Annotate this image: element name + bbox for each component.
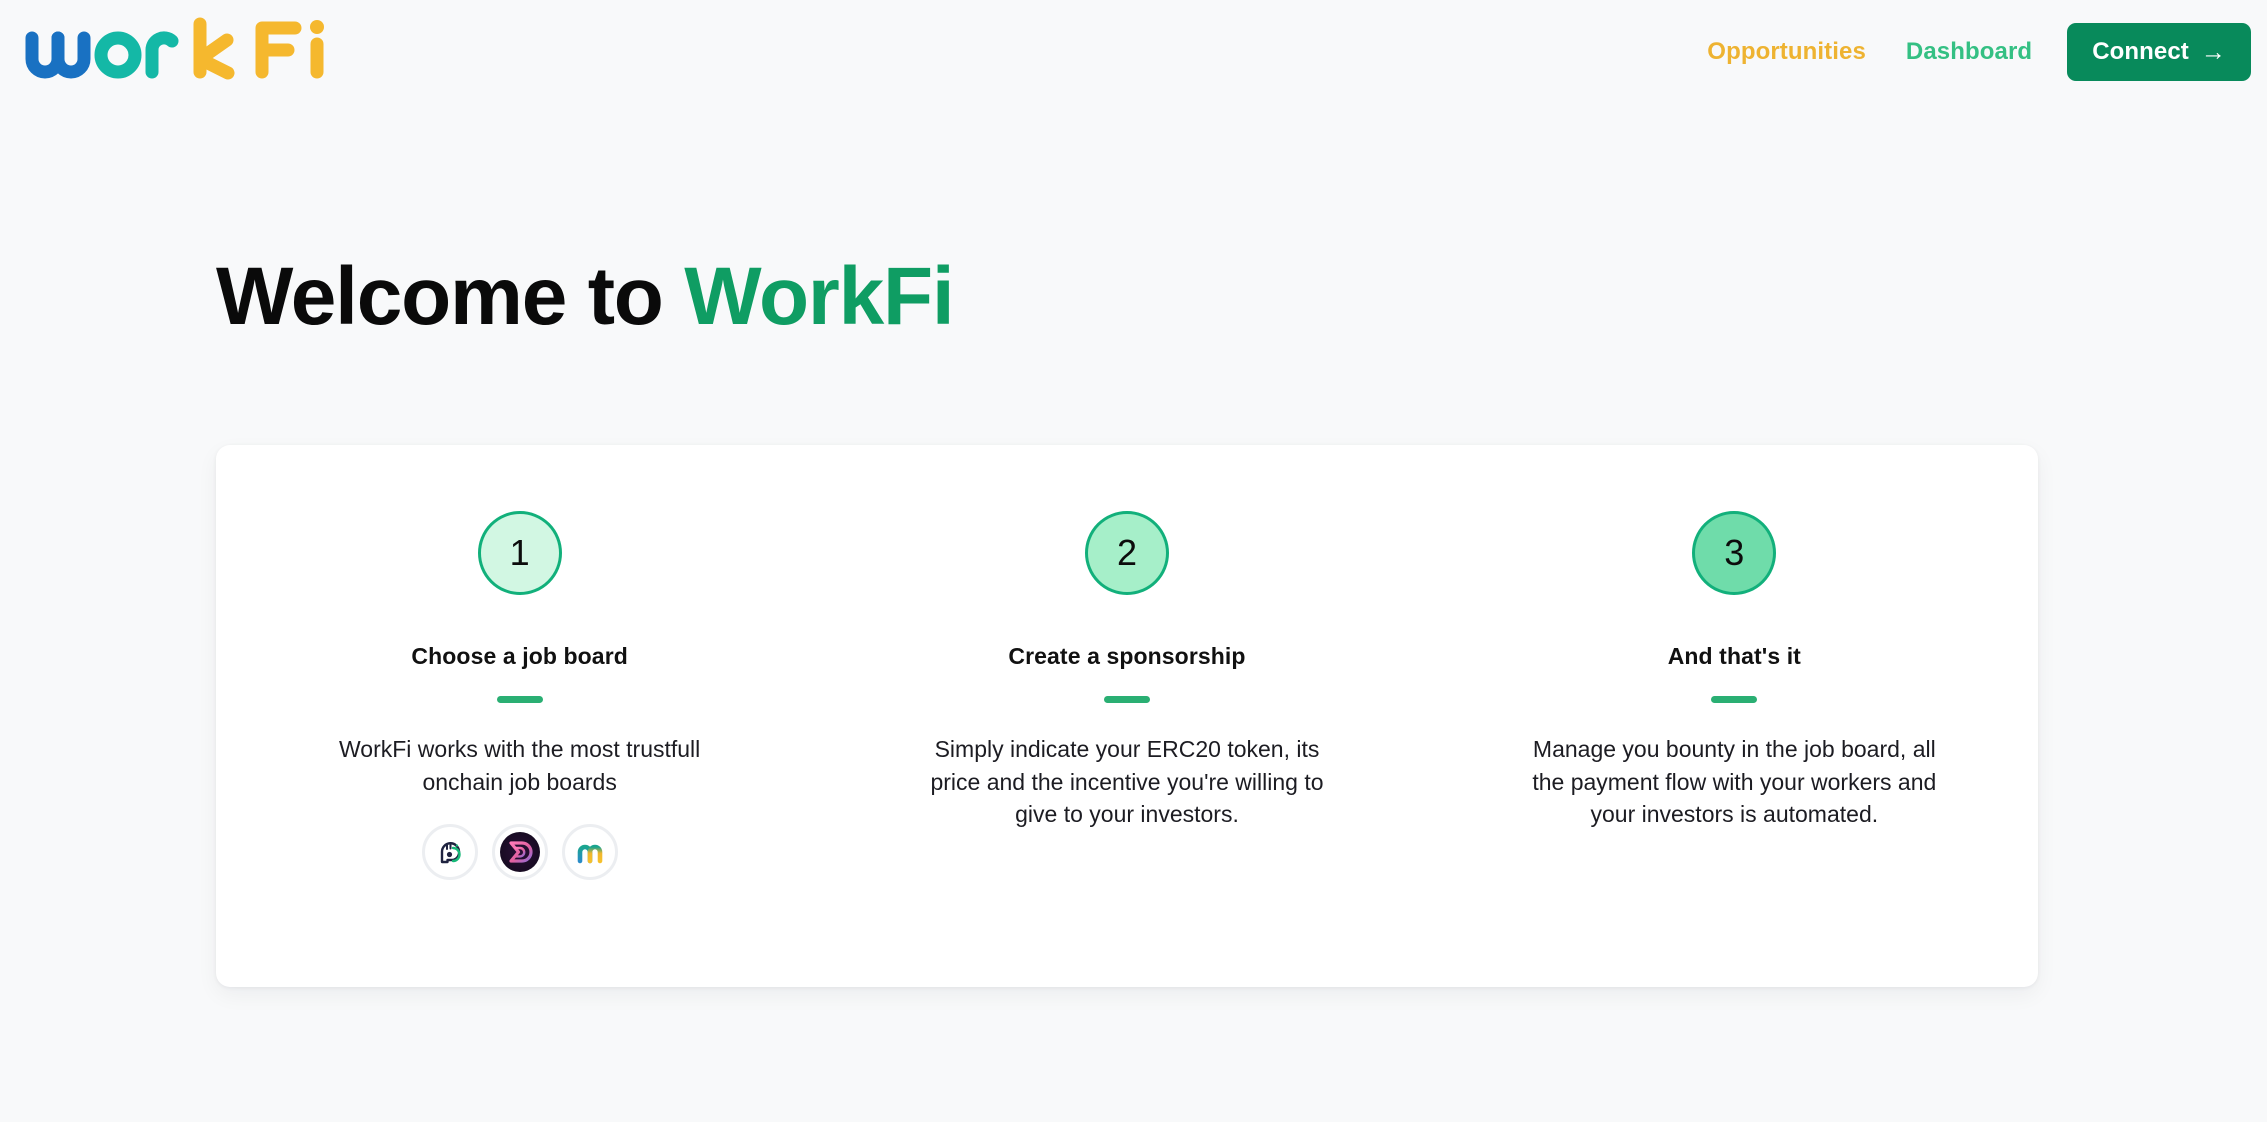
step-number: 2 — [1116, 532, 1137, 573]
step-number: 3 — [1724, 532, 1745, 573]
step-description: WorkFi works with the most trustfull onc… — [339, 736, 701, 795]
page-title: Welcome to WorkFi — [216, 256, 2267, 338]
step-description: Manage you bounty in the job board, all … — [1532, 736, 1937, 828]
step-divider — [1103, 696, 1150, 703]
step-divider — [1711, 696, 1758, 703]
page-title-prefix: Welcome to — [216, 251, 664, 342]
step-number-badge: 3 — [1692, 511, 1777, 595]
main-nav: Opportunities Dashboard Connect → — [1703, 0, 2251, 104]
step-title: And that's it — [1667, 643, 1801, 669]
page-title-accent: WorkFi — [684, 251, 954, 342]
step-item: 3 And that's it Manage you bounty in the… — [1431, 511, 2038, 987]
mirror-logo-icon[interactable] — [561, 824, 618, 881]
brand-logo-link[interactable] — [22, 14, 370, 90]
step-title: Create a sponsorship — [1008, 643, 1246, 669]
nav-item-opportunities[interactable]: Opportunities — [1703, 30, 1870, 74]
step-divider — [496, 696, 543, 703]
step-item: 1 Choose a job board WorkFi works with t… — [216, 511, 823, 987]
cryptojobslist-logo-icon[interactable] — [421, 824, 478, 881]
logo-dot — [310, 20, 324, 34]
dework-logo-icon[interactable] — [491, 824, 548, 881]
steps-card: 1 Choose a job board WorkFi works with t… — [216, 445, 2038, 987]
step-title: Choose a job board — [411, 643, 628, 669]
connect-button[interactable]: Connect → — [2067, 23, 2251, 81]
step-item: 2 Create a sponsorship Simply indicate y… — [823, 511, 1430, 987]
arrow-right-icon: → — [2200, 38, 2226, 66]
hero-section: Welcome to WorkFi — [0, 104, 2267, 338]
job-board-logo-row — [421, 824, 618, 881]
step-number: 1 — [509, 532, 530, 573]
nav-item-dashboard[interactable]: Dashboard — [1902, 30, 2036, 74]
step-number-badge: 2 — [1084, 511, 1169, 595]
site-header: Opportunities Dashboard Connect → — [0, 0, 2267, 104]
step-description: Simply indicate your ERC20 token, its pr… — [930, 736, 1324, 828]
connect-button-label: Connect — [2092, 37, 2189, 65]
steps-card-wrapper: 1 Choose a job board WorkFi works with t… — [0, 338, 2267, 987]
workfi-logo — [25, 17, 324, 80]
step-number-badge: 1 — [477, 511, 562, 595]
